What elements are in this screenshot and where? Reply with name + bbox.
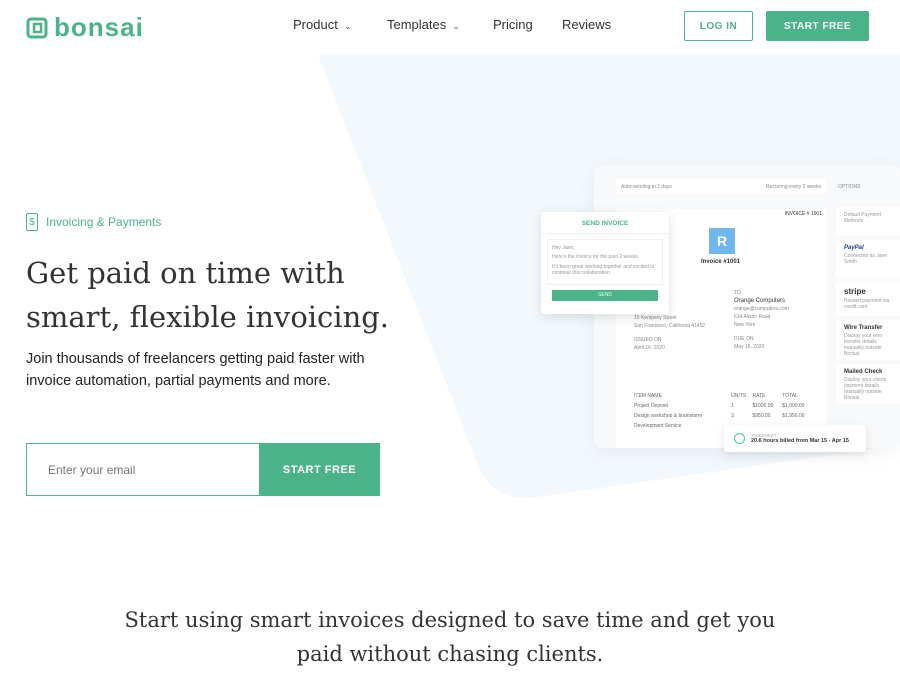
send-invoice-title: SEND INVOICE — [541, 212, 669, 234]
client-name: Orange Computers — [734, 298, 786, 304]
col-header: RATE — [752, 393, 766, 399]
due-label: DUE ON — [734, 336, 754, 342]
payment-methods-header: Default Payment Methods — [836, 207, 900, 235]
client-address: 614 Alison Road — [734, 314, 771, 320]
message-line: It's been great working together and exc… — [552, 264, 655, 276]
bonsai-logo-icon — [26, 17, 48, 38]
payment-method-stripe: stripe Paused payment via credit card — [836, 282, 900, 316]
invoice-number: INVOICE # 1001 — [784, 211, 822, 217]
message-line: Here's the invoice for the past 2 weeks. — [552, 254, 640, 260]
start-free-button[interactable]: START FREE — [259, 443, 380, 496]
section-heading: Start using smart invoices designed to s… — [124, 608, 776, 666]
send-button: SEND — [552, 290, 658, 301]
cell: 1 — [731, 403, 734, 409]
method-name: Wire Transfer — [844, 325, 883, 331]
auto-send-bar: Auto-sending in 2 days Recurring every 2 … — [616, 179, 826, 194]
nav-label: Product — [293, 17, 338, 32]
cell: Project Deposit — [634, 403, 668, 409]
auto-send-text: Auto-sending in 2 days — [621, 183, 672, 190]
hero-subtitle: Join thousands of freelancers getting pa… — [26, 351, 365, 389]
from-city: San Francisco, California 41452 — [634, 323, 706, 329]
recurring-text: Recurring every 2 weeks — [765, 183, 821, 190]
from-address: 15 Kempsey Street — [634, 315, 677, 321]
client-logo: R — [709, 228, 735, 254]
payment-method-check: Mailed Check Display your check payment d… — [836, 364, 900, 404]
cell: $1000.00 — [752, 403, 774, 409]
message-body: Hey Jane, Here's the invoice for the past… — [547, 239, 663, 285]
col-header: UNITS — [731, 393, 747, 399]
method-name: PayPal — [844, 245, 864, 251]
nav-label: Templates — [387, 17, 447, 32]
site-header: bonsai Product ⌄ Templates ⌄ Pricing Revie… — [0, 0, 900, 52]
options-label: OPTIONS — [838, 184, 861, 190]
cell: Design workshop & brainstorm — [634, 413, 703, 419]
payment-method-paypal: PayPal Connected as Jane Smith — [836, 240, 900, 278]
chevron-down-icon: ⌄ — [452, 21, 460, 31]
bonsai-logo[interactable]: bonsai — [26, 12, 144, 43]
col-header: TOTAL — [782, 393, 798, 399]
dollar-document-icon: $ — [26, 213, 38, 231]
methods-label: Default Payment Methods — [844, 212, 881, 224]
nav-pricing[interactable]: Pricing — [493, 17, 533, 32]
cell: $950.00 — [752, 413, 771, 419]
cell: 3 — [731, 413, 734, 419]
email-input[interactable] — [26, 443, 260, 496]
hero-title: Get paid on time with smart, flexible in… — [26, 256, 390, 334]
invoice-title: Invoice #1001 — [701, 259, 741, 265]
method-desc: Display your wire transfer details manua… — [844, 333, 883, 357]
issued-label: ISSUED ON — [634, 337, 662, 343]
issued-date: April 16, 2020 — [634, 345, 665, 351]
tag-label: Invoicing & Payments — [46, 215, 162, 229]
due-date: May 16, 2020 — [734, 344, 765, 350]
nav-templates[interactable]: Templates ⌄ — [387, 17, 460, 32]
client-city: New York — [734, 322, 756, 328]
timesheet-text: 20.6 hours billed from Mar 15 - Apr 15 — [751, 438, 849, 444]
client-email: orange@computers.com — [734, 306, 789, 312]
nav-product[interactable]: Product ⌄ — [293, 17, 351, 32]
method-desc: Connected as Jane Smith — [844, 253, 888, 265]
nav-reviews[interactable]: Reviews — [562, 17, 611, 32]
method-name: stripe — [844, 287, 866, 296]
table-row: Project Deposit 1 $1000.00 $1,000.00 — [634, 403, 814, 409]
method-desc: Display your check payment details manua… — [844, 377, 886, 401]
method-desc: Paused payment via credit card — [844, 298, 890, 310]
payment-method-wire: Wire Transfer Display your wire transfer … — [836, 320, 900, 360]
login-button[interactable]: LOG IN — [684, 11, 753, 41]
cell: Development Service — [634, 423, 682, 429]
col-header: ITEM NAME — [634, 393, 662, 399]
timesheet-card: TIMESHEET 20.6 hours billed from Mar 15 -… — [724, 425, 866, 452]
cell: $1,000.00 — [782, 403, 805, 409]
clock-icon — [734, 433, 745, 444]
table-row: Design workshop & brainstorm 3 $950.00 $1,9… — [634, 413, 814, 419]
table-header: ITEM NAME UNITS RATE TOTAL — [634, 393, 814, 399]
brand-name: bonsai — [54, 12, 144, 42]
chevron-down-icon: ⌄ — [343, 21, 352, 31]
to-label: TO — [734, 290, 741, 296]
start-free-header-button[interactable]: START FREE — [766, 11, 869, 41]
send-invoice-card: SEND INVOICE Hey Jane, Here's the invoice… — [541, 212, 669, 314]
greeting: Hey Jane, — [552, 245, 575, 251]
cell: $1,950.00 — [782, 413, 805, 419]
category-tag: $ Invoicing & Payments — [26, 213, 161, 231]
method-name: Mailed Check — [844, 369, 883, 375]
